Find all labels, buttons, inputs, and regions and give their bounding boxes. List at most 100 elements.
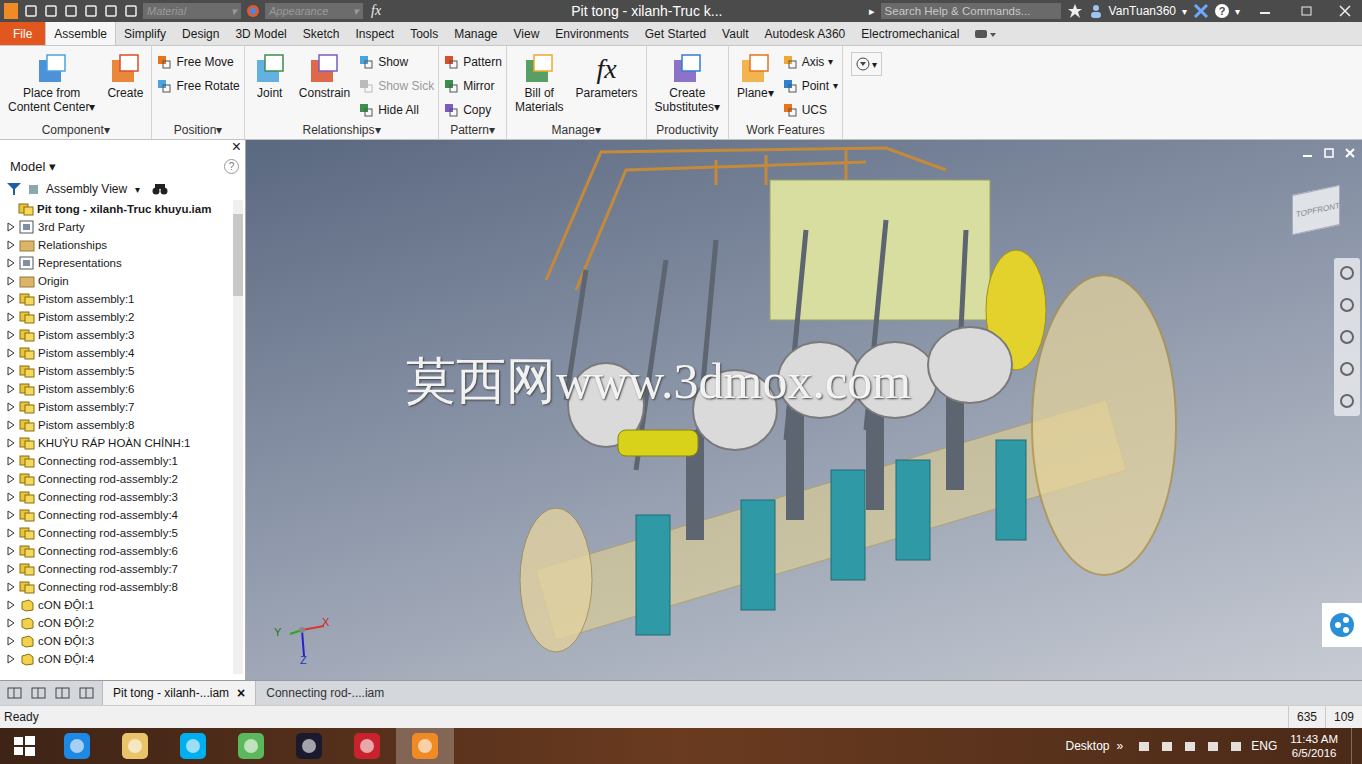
tree-item[interactable]: cON ĐỘI:4 [0, 650, 231, 668]
ribbon-tab[interactable]: Autodesk A360 [757, 22, 854, 45]
engine-model[interactable] [246, 140, 1362, 680]
tree-item[interactable]: Connecting rod-assembly:6 [0, 542, 231, 560]
ribbon-group-label[interactable]: Position▾ [152, 120, 243, 139]
appearance-dropdown[interactable]: Appearance▾ [265, 3, 363, 19]
ribbon-tab[interactable]: Inspect [347, 22, 402, 45]
ribbon-tab[interactable]: Simplify [116, 22, 174, 45]
ribbon-small-button[interactable]: Hide All [358, 100, 434, 119]
ribbon-tab[interactable]: Assemble [45, 22, 116, 45]
ribbon-large-button[interactable]: Constrain [295, 50, 354, 102]
ribbon-tab[interactable]: Manage [446, 22, 505, 45]
ribbon-tab[interactable]: Design [174, 22, 227, 45]
document-tab[interactable]: Connecting rod-....iam [255, 681, 394, 705]
expand-icon[interactable] [6, 402, 16, 412]
ribbon-small-button[interactable]: Free Rotate [156, 76, 239, 95]
ribbon-group-label[interactable]: Relationships▾ [245, 120, 438, 139]
quick-access-icon[interactable] [43, 3, 59, 19]
tray-icon[interactable] [1228, 738, 1244, 754]
expand-icon[interactable] [6, 474, 16, 484]
tree-item[interactable]: Relationships [0, 236, 231, 254]
tray-icon[interactable] [1205, 738, 1221, 754]
tree-root[interactable]: Pit tong - xilanh-Truc khuyu.iam [0, 200, 231, 218]
tree-item[interactable]: Pistom assembly:4 [0, 344, 231, 362]
quick-access-icon[interactable] [63, 3, 79, 19]
tree-item[interactable]: Pistom assembly:6 [0, 380, 231, 398]
help-search[interactable]: Search Help & Commands... [881, 3, 1061, 19]
expand-icon[interactable] [6, 384, 16, 394]
share-button[interactable] [1322, 603, 1362, 647]
expand-icon[interactable] [6, 546, 16, 556]
language-indicator[interactable]: ENG [1251, 739, 1277, 753]
ribbon-tab[interactable]: 3D Model [227, 22, 294, 45]
user-name[interactable]: VanTuan360 [1109, 4, 1176, 18]
expand-icon[interactable] [6, 330, 16, 340]
ribbon-small-button[interactable]: UCS [782, 100, 838, 119]
ribbon-tab[interactable]: File [0, 22, 45, 45]
taskbar-app[interactable] [48, 728, 106, 764]
start-icon[interactable] [0, 728, 48, 764]
help-dropdown[interactable]: ▾ [1235, 6, 1240, 17]
ribbon-small-button[interactable]: Axis▾ [782, 52, 838, 71]
expand-icon[interactable] [6, 600, 16, 610]
ribbon-large-button[interactable]: Bill ofMaterials [511, 50, 568, 116]
expand-icon[interactable] [6, 618, 16, 628]
taskbar-app[interactable] [106, 728, 164, 764]
minimize-icon[interactable] [1246, 3, 1286, 19]
expand-icon[interactable] [6, 582, 16, 592]
expand-icon[interactable] [6, 510, 16, 520]
tray-icon[interactable] [1159, 738, 1175, 754]
quick-access-icon[interactable] [103, 3, 119, 19]
ribbon-tab[interactable]: Vault [714, 22, 756, 45]
ribbon-group-label[interactable]: Component▾ [0, 120, 151, 139]
expand-icon[interactable] [6, 348, 16, 358]
tree-item[interactable]: Connecting rod-assembly:2 [0, 470, 231, 488]
inventor-logo-icon[interactable] [3, 2, 19, 20]
layout-icon[interactable] [6, 686, 24, 700]
tree-item[interactable]: Pistom assembly:8 [0, 416, 231, 434]
ribbon-tab[interactable]: View [506, 22, 548, 45]
ribbon-large-button[interactable]: Place fromContent Center▾ [4, 50, 99, 116]
document-tab-close[interactable]: × [237, 685, 245, 701]
user-icon[interactable] [1089, 4, 1103, 18]
tree-item[interactable]: cON ĐỘI:1 [0, 596, 231, 614]
ribbon-large-button[interactable]: Joint [249, 50, 291, 102]
quick-access-icon[interactable] [83, 3, 99, 19]
expand-icon[interactable] [6, 528, 16, 538]
tree-item[interactable]: 3rd Party [0, 218, 231, 236]
ribbon-tab[interactable]: Environments [547, 22, 636, 45]
ribbon-small-button[interactable]: Free Move [156, 52, 239, 71]
assembly-view-dropdown[interactable]: Assembly View [46, 182, 127, 196]
ribbon-small-button[interactable]: Pattern [443, 52, 502, 71]
document-tab[interactable]: Pit tong - xilanh-...iam× [102, 681, 255, 705]
tree-item[interactable]: cON ĐỘI:3 [0, 632, 231, 650]
navigation-icon[interactable] [1338, 264, 1356, 282]
tree-item[interactable]: Representations [0, 254, 231, 272]
expand-icon[interactable] [6, 654, 16, 664]
ribbon-large-button[interactable]: CreateSubstitutes▾ [651, 50, 724, 116]
exchange-icon[interactable] [1193, 3, 1209, 19]
expand-icon[interactable] [6, 258, 16, 268]
tree-item[interactable]: Pistom assembly:3 [0, 326, 231, 344]
tray-icon[interactable] [1136, 738, 1152, 754]
taskbar-app[interactable] [280, 728, 338, 764]
tree-item[interactable]: Connecting rod-assembly:1 [0, 452, 231, 470]
restore-icon[interactable] [1323, 147, 1335, 159]
restore-icon[interactable] [1292, 3, 1322, 19]
tree-item[interactable]: Connecting rod-assembly:7 [0, 560, 231, 578]
navigation-icon[interactable] [1338, 328, 1356, 346]
expand-icon[interactable] [6, 222, 16, 232]
ribbon-group-label[interactable]: Manage▾ [507, 120, 646, 139]
taskbar-app[interactable] [338, 728, 396, 764]
quick-access-icon[interactable] [123, 3, 139, 19]
tree-item[interactable]: Connecting rod-assembly:3 [0, 488, 231, 506]
3d-viewport[interactable]: 莫西网www.3dmox.comTOPFRONTYXZ [246, 140, 1362, 680]
tray-more[interactable]: » [1117, 739, 1124, 753]
ribbon-small-button[interactable]: Mirror [443, 76, 502, 95]
ribbon-group-label[interactable]: Pattern▾ [439, 120, 506, 139]
ribbon-group-label[interactable]: Productivity [647, 120, 728, 139]
tree-item[interactable]: Pistom assembly:1 [0, 290, 231, 308]
tree-item[interactable]: Connecting rod-assembly:4 [0, 506, 231, 524]
tree-item[interactable]: Connecting rod-assembly:5 [0, 524, 231, 542]
ribbon-tab[interactable]: Sketch [295, 22, 348, 45]
tree-item[interactable]: Pistom assembly:7 [0, 398, 231, 416]
